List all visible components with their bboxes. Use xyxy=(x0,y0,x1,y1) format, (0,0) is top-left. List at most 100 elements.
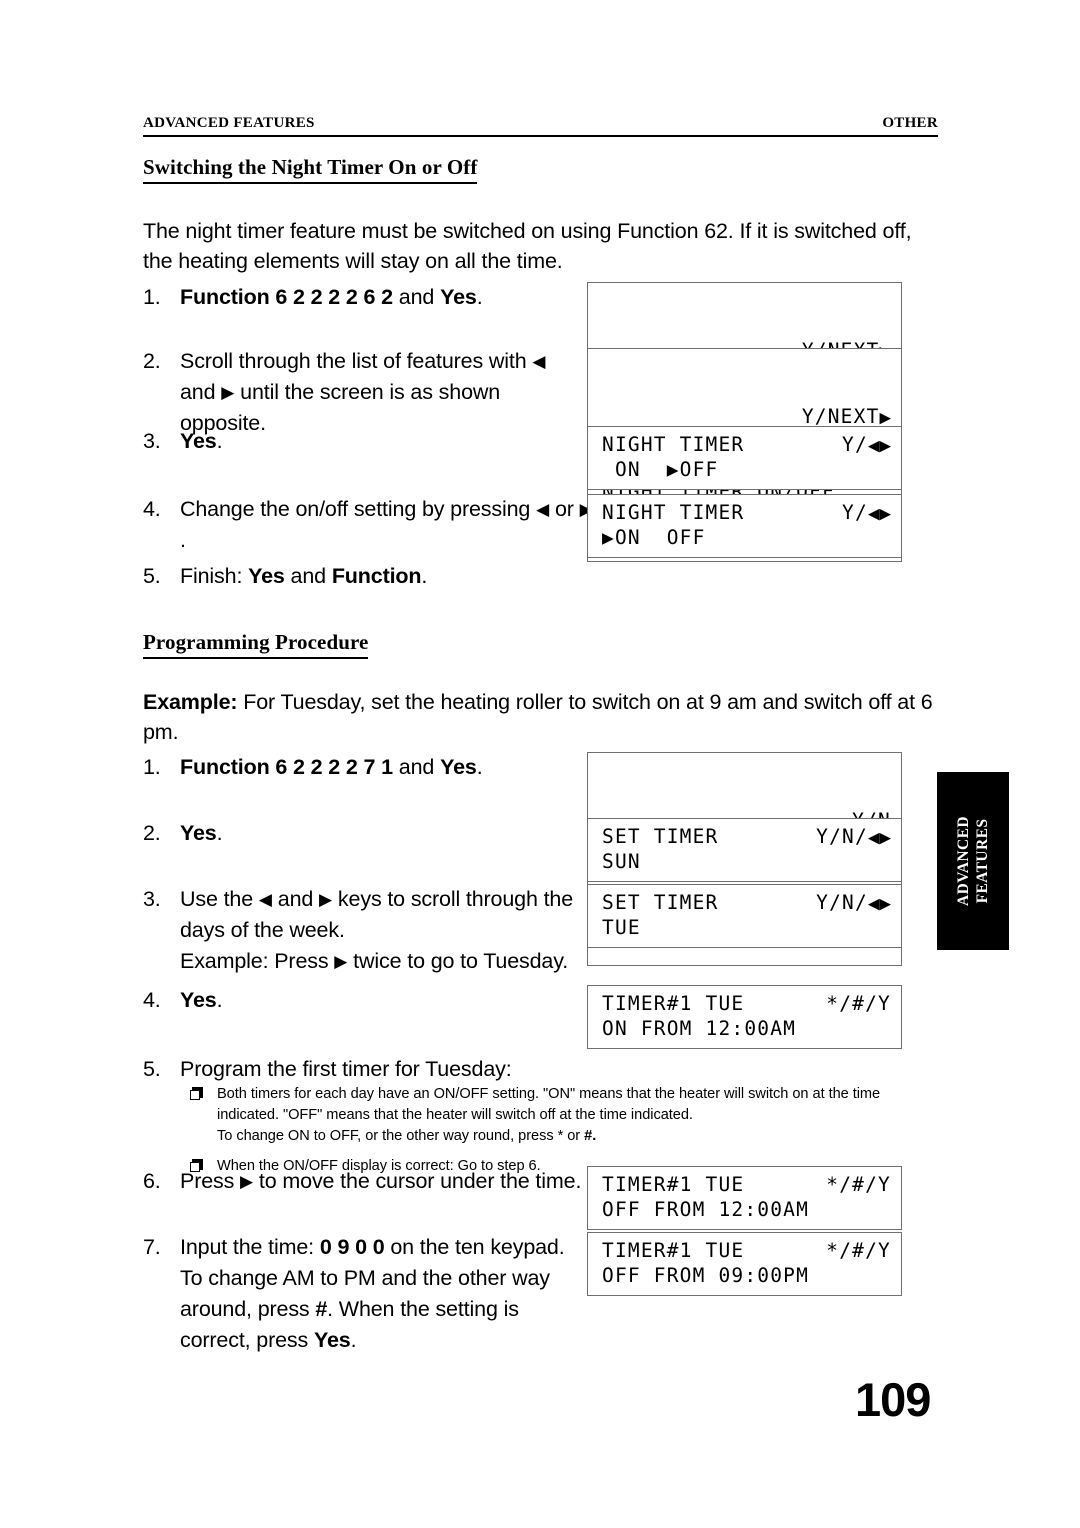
step-number: 1. xyxy=(143,755,161,779)
step-text: Input the time: 0 9 0 0 on the ten keypa… xyxy=(180,1232,588,1356)
lcd-softkeys: Y/N/ xyxy=(816,825,868,848)
lcd-softkeys: Y/N/ xyxy=(816,891,868,914)
note-period: . xyxy=(592,1128,597,1144)
step-number: 1. xyxy=(143,285,161,309)
step-bold-yes: Yes xyxy=(440,285,477,309)
manual-page: ADVANCED FEATURES OTHER Switching the Ni… xyxy=(0,0,1080,1528)
step-text-part1: Input the time: xyxy=(180,1235,320,1259)
side-thumb-tab-label: ADVANCED FEATURES xyxy=(954,816,992,906)
step-text-part3: . xyxy=(180,528,186,552)
lcd-softkeys: Y/ xyxy=(842,433,868,456)
lcd-panel-timer1-tue-on: TIMER#1 TUE */#/Y ON FROM 12:00AM xyxy=(587,985,902,1049)
lcd-bottom-line: ▶ON OFF xyxy=(602,526,706,549)
lcd-softkeys: */#/Y xyxy=(826,992,891,1015)
step-text-part2: and xyxy=(271,887,320,911)
lcd-softkeys: Y/ xyxy=(842,501,868,524)
lcd-bottom-line: ON ▶OFF xyxy=(602,458,719,481)
step-conjunction: and xyxy=(284,564,332,588)
step-switching-5: 5. Finish: Yes and Function. xyxy=(143,561,573,592)
step-number: 5. xyxy=(143,1057,161,1081)
step-period: . xyxy=(476,755,483,779)
step-bold-yes: Yes xyxy=(180,429,217,453)
note-line1: Both timers for each day have an ON/OFF … xyxy=(217,1086,881,1123)
step-text-line2b: twice to go to Tuesday. xyxy=(347,949,569,973)
left-right-arrow-icon: ◀▶ xyxy=(867,895,891,913)
step-programming-6: 6. Press ▶ to move the cursor under the … xyxy=(143,1166,598,1197)
lcd-title: NIGHT TIMER xyxy=(602,501,745,524)
lcd-softkeys-group: Y/N/◀▶ xyxy=(816,824,891,849)
step-programming-7: 7. Input the time: 0 9 0 0 on the ten ke… xyxy=(143,1232,588,1356)
step-text: Yes. xyxy=(180,426,443,457)
step-text: Function 6 2 2 2 2 6 2 and Yes. xyxy=(180,282,573,313)
lcd-top-line: SET TIMER Y/N/◀▶ xyxy=(602,890,891,915)
left-arrow-icon: ◀ xyxy=(258,890,272,909)
lcd-bottom-line: SUN xyxy=(602,850,641,873)
page-number: 109 xyxy=(855,1373,931,1426)
hash-symbol: # xyxy=(315,1297,328,1321)
step-text-part2: or xyxy=(549,497,580,521)
lcd-top-line: TIMER#1 TUE */#/Y xyxy=(602,1238,891,1263)
step-text: Function 6 2 2 2 2 7 1 and Yes. xyxy=(180,752,573,783)
step-number: 5. xyxy=(143,564,161,588)
left-right-arrow-icon: ◀▶ xyxy=(867,505,891,523)
step-text-part1: Scroll through the list of features with xyxy=(180,349,533,373)
step-text: Change the on/off setting by pressing ◀ … xyxy=(180,494,595,556)
right-arrow-icon: ▶ xyxy=(240,1172,254,1191)
step-bold-yes: Yes xyxy=(180,988,217,1012)
step-number: 2. xyxy=(143,821,161,845)
lcd-panel-night-timer-off: NIGHT TIMER Y/◀▶ ON ▶OFF xyxy=(587,426,902,490)
hash-symbol: # xyxy=(584,1128,593,1144)
lcd-title: SET TIMER xyxy=(602,825,719,848)
step-period: . xyxy=(421,564,428,588)
step-text-lead: Finish: xyxy=(180,564,249,588)
step-text-part2: to move the cursor under the time. xyxy=(253,1169,582,1193)
step-number: 3. xyxy=(143,429,161,453)
step-text: Finish: Yes and Function. xyxy=(180,561,573,592)
step-text: Program the first timer for Tuesday: xyxy=(180,1057,512,1081)
lcd-softkeys: Y/NEXT xyxy=(801,405,880,428)
section-heading-programming: Programming Procedure xyxy=(143,630,369,659)
step-switching-3: 3. Yes. xyxy=(143,426,443,457)
left-arrow-icon: ◀ xyxy=(532,352,546,371)
running-header-left: ADVANCED FEATURES xyxy=(143,115,315,131)
intro-paragraph: The night timer feature must be switched… xyxy=(143,219,912,273)
step-text: Press ▶ to move the cursor under the tim… xyxy=(180,1166,598,1197)
right-arrow-icon: ▶ xyxy=(221,383,235,402)
step-text-line2a: Example: Press xyxy=(180,949,335,973)
lcd-panel-timer1-tue-off-09: TIMER#1 TUE */#/Y OFF FROM 09:00PM xyxy=(587,1232,902,1296)
step-period: . xyxy=(216,429,223,453)
step-number: 4. xyxy=(143,497,161,521)
lcd-top-line: SET TIMER Y/N/◀▶ xyxy=(602,824,891,849)
step-text-part1: Press xyxy=(180,1169,241,1193)
note-item: Both timers for each day have an ON/OFF … xyxy=(190,1084,930,1147)
step-text: Yes. xyxy=(180,818,443,849)
step-bold-function: Function 6 2 2 2 2 7 1 xyxy=(180,755,393,779)
step-text: Use the ◀ and ▶ keys to scroll through t… xyxy=(180,884,598,977)
step-text-part2: and xyxy=(180,380,222,404)
lcd-bottom-line: TUE xyxy=(602,916,641,939)
side-tab-line2: FEATURES xyxy=(974,818,991,904)
step-conjunction: and xyxy=(392,285,441,309)
step-bold-yes: Yes xyxy=(248,564,285,588)
right-arrow-icon: ▶ xyxy=(319,890,333,909)
running-header-right: OTHER xyxy=(882,115,938,131)
lcd-title: TIMER#1 TUE xyxy=(602,1173,745,1196)
lcd-title: TIMER#1 TUE xyxy=(602,992,745,1015)
step-text-part1: Use the xyxy=(180,887,259,911)
note-body: Both timers for each day have an ON/OFF … xyxy=(217,1084,930,1147)
lcd-panel-night-timer-on: NIGHT TIMER Y/◀▶ ▶ON OFF xyxy=(587,494,902,558)
step-bold-digits: 0 9 0 0 xyxy=(319,1235,385,1259)
example-paragraph: Example: For Tuesday, set the heating ro… xyxy=(143,687,933,747)
lcd-top-line: NIGHT TIMER Y/◀▶ xyxy=(602,432,891,457)
lcd-top-line: TIMER#1 TUE */#/Y xyxy=(602,1172,891,1197)
lcd-title: SET TIMER xyxy=(602,891,719,914)
step-bold-yes: Yes xyxy=(440,755,477,779)
lcd-panel-set-timer-tue: SET TIMER Y/N/◀▶ TUE xyxy=(587,884,902,948)
lcd-softkeys-group: Y/N/◀▶ xyxy=(816,890,891,915)
lcd-bottom-line: OFF FROM 09:00PM xyxy=(602,1264,810,1287)
step-period: . xyxy=(216,821,223,845)
lcd-panel-set-timer-sun: SET TIMER Y/N/◀▶ SUN xyxy=(587,818,902,882)
step-period: . xyxy=(476,285,483,309)
step-bold-function: Function xyxy=(331,564,422,588)
lcd-softkeys: */#/Y xyxy=(826,1239,891,1262)
